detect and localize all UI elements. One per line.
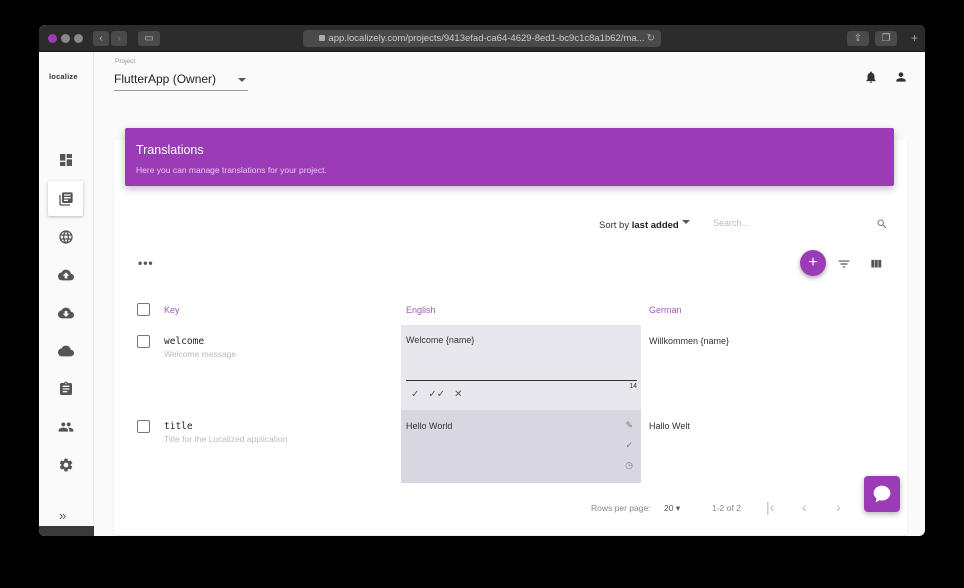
sort-prefix: Sort by xyxy=(599,220,632,231)
sidebar: localize » xyxy=(39,52,94,536)
sidebar-item-tasks[interactable] xyxy=(48,371,83,406)
user-icon xyxy=(896,72,906,82)
chat-bubble-icon xyxy=(873,485,891,503)
german-translation-cell[interactable]: Hallo Welt xyxy=(649,421,690,431)
page-subtitle: Here you can manage translations for you… xyxy=(136,165,327,175)
bell-icon xyxy=(866,71,876,83)
columns-icon xyxy=(871,259,882,268)
url-text: app.localizely.com/projects/9413efad-ca6… xyxy=(328,33,645,44)
translations-icon xyxy=(58,191,73,206)
sidebar-item-languages[interactable] xyxy=(48,219,83,254)
german-translation-cell[interactable]: Willkommen {name} xyxy=(649,336,729,346)
share-icon[interactable]: ⇪ xyxy=(847,31,869,46)
edit-pencil-icon[interactable]: ✎ xyxy=(625,420,633,431)
forward-button[interactable]: › xyxy=(111,31,127,46)
new-tab-button[interactable]: + xyxy=(911,31,918,45)
rows-per-page-label: Rows per page: xyxy=(591,503,651,513)
project-label: Project xyxy=(115,58,136,65)
page-range: 1-2 of 2 xyxy=(712,503,741,513)
translations-banner: Translations Here you can manage transla… xyxy=(125,128,894,186)
column-header-english[interactable]: English xyxy=(406,305,436,315)
clipboard-icon xyxy=(59,381,72,395)
prev-page-button[interactable]: ‹ xyxy=(802,499,807,515)
close-window-button[interactable] xyxy=(48,34,57,43)
reload-icon[interactable]: ↻ xyxy=(647,30,655,47)
search-input[interactable]: Search... xyxy=(713,218,888,235)
page-title: Translations xyxy=(136,143,204,157)
editor-actions: ✓ ✓✓ ✕ xyxy=(411,389,472,400)
input-underline xyxy=(406,380,637,381)
rows-per-page-select[interactable]: 20 ▾ xyxy=(664,503,680,514)
column-header-key[interactable]: Key xyxy=(164,305,180,315)
more-actions-button[interactable]: ••• xyxy=(138,256,154,270)
translation-input[interactable]: Welcome {name} xyxy=(406,335,474,345)
settings-icon xyxy=(59,458,72,471)
zoom-window-button[interactable] xyxy=(74,34,83,43)
upload-cloud-icon xyxy=(57,269,74,280)
review-check-icon[interactable]: ✓ xyxy=(625,440,633,451)
minimize-window-button[interactable] xyxy=(61,34,70,43)
globe-icon xyxy=(58,229,73,244)
sidebar-item-settings[interactable] xyxy=(48,447,83,482)
column-header-german[interactable]: German xyxy=(649,305,682,315)
sidebar-item-upload[interactable] xyxy=(48,257,83,292)
sidebar-toggle-icon[interactable]: ▭ xyxy=(138,31,160,46)
lock-icon xyxy=(319,35,326,42)
save-check-icon[interactable]: ✓ xyxy=(411,389,419,400)
english-translation-cell[interactable]: Hello World ✎ ✓ ◷ xyxy=(401,410,641,483)
notifications-button[interactable] xyxy=(864,70,878,84)
row-checkbox[interactable] xyxy=(137,335,150,348)
sidebar-item-download[interactable] xyxy=(48,295,83,330)
columns-button[interactable] xyxy=(869,257,883,271)
row-checkbox[interactable] xyxy=(137,420,150,433)
filter-icon xyxy=(838,260,850,268)
sync-cloud-icon xyxy=(57,345,74,356)
row-key-description: Title for the Localized application xyxy=(164,434,288,444)
team-icon xyxy=(58,421,73,432)
project-select-value: FlutterApp (Owner) xyxy=(114,72,217,86)
sort-select[interactable]: Sort by last added xyxy=(599,220,679,231)
browser-window: ‹ › ▭ app.localizely.com/projects/9413ef… xyxy=(39,25,925,536)
sidebar-collapse-button[interactable]: » xyxy=(59,508,66,523)
translation-text: Hello World xyxy=(406,421,453,431)
sidebar-item-dashboard[interactable] xyxy=(48,142,83,177)
sidebar-footer xyxy=(39,526,94,536)
select-all-checkbox[interactable] xyxy=(137,303,150,316)
browser-toolbar: ‹ › ▭ app.localizely.com/projects/9413ef… xyxy=(39,25,925,52)
row-key[interactable]: welcome xyxy=(164,336,204,347)
sort-value: last added xyxy=(631,220,679,231)
sidebar-item-team[interactable] xyxy=(48,409,83,444)
search-placeholder: Search... xyxy=(713,218,750,228)
next-page-button[interactable]: › xyxy=(836,499,841,515)
dashboard-icon xyxy=(59,153,72,166)
app-logo[interactable]: localize xyxy=(49,72,78,81)
address-bar[interactable]: app.localizely.com/projects/9413efad-ca6… xyxy=(303,30,661,47)
project-select[interactable]: FlutterApp (Owner) xyxy=(114,72,248,91)
filter-button[interactable] xyxy=(837,257,851,271)
add-key-button[interactable]: + xyxy=(800,250,826,276)
back-button[interactable]: ‹ xyxy=(93,31,109,46)
chat-button[interactable] xyxy=(864,476,900,512)
sort-caret-icon[interactable] xyxy=(682,220,690,224)
save-and-review-icon[interactable]: ✓✓ xyxy=(428,389,445,400)
row-key[interactable]: title xyxy=(164,421,193,432)
chevron-down-icon xyxy=(238,78,246,82)
sidebar-item-sync[interactable] xyxy=(48,333,83,368)
sidebar-item-translations[interactable] xyxy=(48,181,83,216)
translation-editor[interactable]: Welcome {name} 14 ✓ ✓✓ ✕ xyxy=(401,325,641,410)
first-page-button[interactable]: |‹ xyxy=(766,499,774,515)
char-count: 14 xyxy=(629,383,637,390)
rows-per-page-value: 20 xyxy=(664,503,674,513)
cancel-icon[interactable]: ✕ xyxy=(454,389,462,400)
row-key-description: Welcome message xyxy=(164,349,237,359)
history-icon[interactable]: ◷ xyxy=(625,460,633,471)
download-cloud-icon xyxy=(57,307,74,318)
search-icon[interactable] xyxy=(876,218,888,230)
account-button[interactable] xyxy=(894,70,908,84)
tabs-icon[interactable]: ❐ xyxy=(875,31,897,46)
